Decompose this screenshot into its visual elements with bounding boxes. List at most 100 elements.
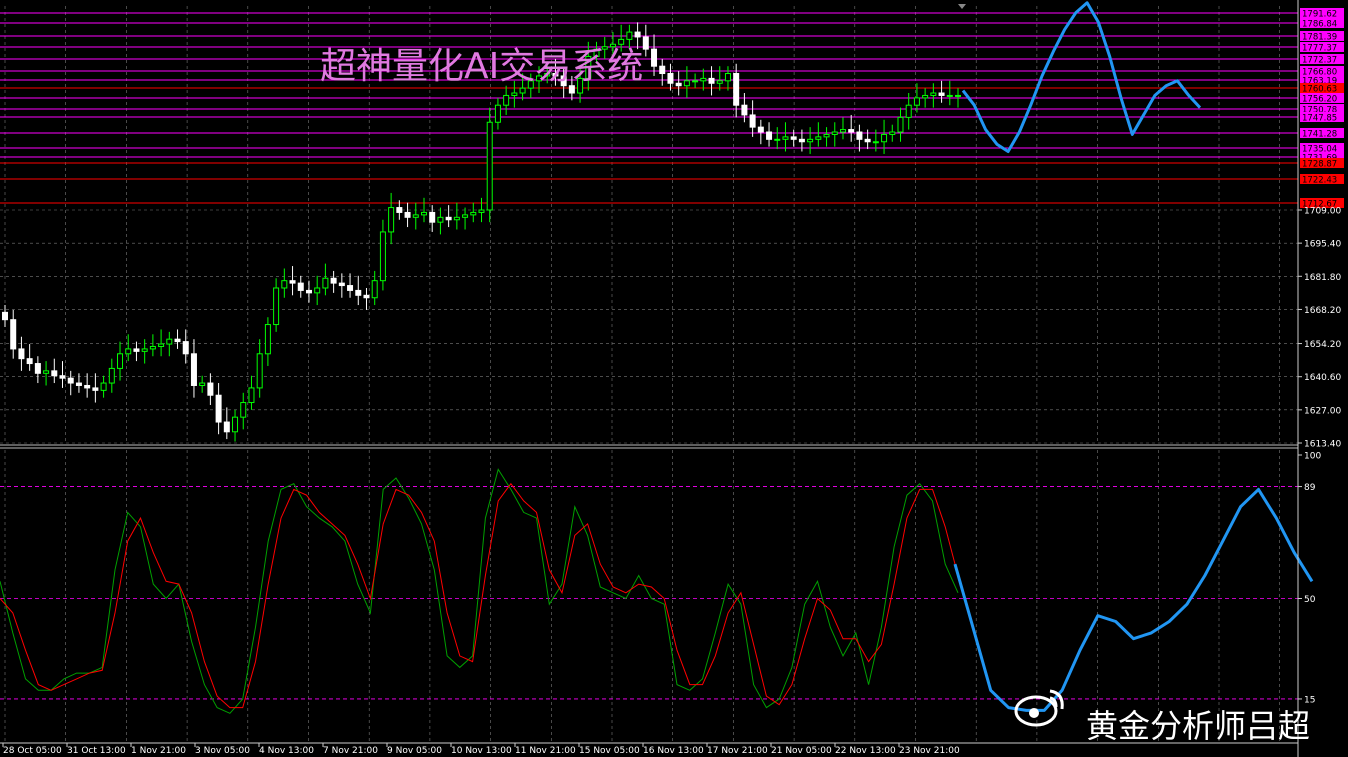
y-tick-label: 1709.00: [1304, 207, 1341, 217]
candle-body: [503, 94, 510, 106]
candle-body: [149, 345, 156, 350]
candle-body: [75, 382, 82, 386]
candle-body: [215, 394, 222, 423]
candle-body: [913, 97, 920, 106]
candle-body: [831, 131, 838, 135]
x-tick-label: 9 Nov 05:00: [387, 746, 442, 756]
x-tick-label: 23 Nov 21:00: [899, 746, 960, 756]
candle-body: [338, 282, 345, 287]
y-tick-label: 1668.20: [1304, 306, 1341, 316]
candle-body: [675, 82, 682, 87]
x-tick-label: 4 Nov 13:00: [259, 746, 314, 756]
candle-body: [256, 353, 263, 389]
x-tick-label: 22 Nov 13:00: [835, 746, 896, 756]
candle-body: [881, 133, 888, 143]
level-label: 1772.37: [1302, 56, 1337, 66]
candle-body: [396, 207, 403, 213]
candle-body: [790, 136, 797, 140]
x-tick-label: 16 Nov 13:00: [643, 746, 704, 756]
stoch-y-tick-label: 50: [1304, 595, 1316, 605]
candle-body: [347, 285, 354, 291]
candle-body: [264, 324, 271, 355]
trading-chart: 1791.621786.841781.391777.371772.371766.…: [0, 0, 1348, 757]
candle-body: [922, 94, 929, 99]
y-tick-label: 1695.40: [1304, 240, 1341, 250]
candle-body: [117, 353, 124, 369]
candle-body: [420, 211, 427, 216]
candle-body: [774, 138, 781, 141]
candle-body: [872, 141, 879, 144]
candle-body: [766, 131, 773, 140]
candle-body: [281, 280, 288, 289]
candle-body: [667, 73, 674, 84]
x-tick-label: 31 Oct 13:00: [67, 746, 126, 756]
candle-body: [741, 104, 748, 116]
candle-body: [158, 343, 165, 347]
candle-body: [519, 87, 526, 94]
candle-body: [864, 138, 871, 143]
candle-body: [108, 367, 115, 384]
level-label: 1722.43: [1302, 176, 1337, 186]
level-label: 1756.20: [1302, 95, 1337, 105]
candle-body: [494, 104, 501, 123]
candle-body: [445, 216, 452, 221]
candle-body: [100, 382, 107, 391]
candle-body: [182, 341, 189, 355]
candle-body: [43, 370, 50, 374]
candle-body: [955, 94, 961, 97]
candle-body: [207, 382, 214, 396]
y-tick-label: 1681.80: [1304, 273, 1341, 283]
candle-body: [437, 216, 444, 223]
x-tick-label: 3 Nov 05:00: [195, 746, 250, 756]
level-label: 1741.28: [1302, 130, 1337, 140]
candle-body: [470, 211, 477, 216]
level-label: 1760.63: [1302, 85, 1337, 95]
candle-body: [905, 104, 912, 118]
candle-body: [462, 214, 469, 218]
candle-body: [815, 136, 822, 140]
title-overlay: 超神量化AI交易系统: [320, 46, 643, 87]
x-tick-label: 21 Nov 05:00: [771, 746, 832, 756]
candle-body: [412, 214, 419, 218]
candle-body: [92, 387, 99, 391]
candle-body: [733, 73, 740, 106]
candle-body: [67, 377, 74, 384]
stoch-y-tick-label: 89: [1304, 483, 1316, 493]
candle-body: [223, 421, 230, 433]
x-tick-label: 7 Nov 21:00: [323, 746, 378, 756]
candle-body: [10, 319, 17, 350]
candle-body: [848, 129, 855, 133]
candle-body: [199, 382, 206, 386]
candle-body: [839, 129, 846, 133]
candle-body: [34, 363, 41, 374]
candle-body: [453, 216, 460, 221]
candle-body: [889, 131, 896, 135]
level-label: 1728.87: [1302, 160, 1337, 170]
level-label: 1781.39: [1302, 33, 1337, 43]
candle-body: [314, 287, 321, 294]
candle-body: [379, 231, 386, 282]
candle-body: [190, 353, 197, 386]
y-tick-label: 1627.00: [1304, 406, 1341, 416]
candle-body: [305, 289, 312, 294]
candle-body: [856, 131, 863, 140]
x-tick-label: 17 Nov 21:00: [707, 746, 768, 756]
candle-body: [371, 280, 378, 299]
candle-body: [708, 77, 715, 84]
candle-body: [782, 136, 789, 140]
candle-body: [757, 126, 764, 133]
candle-body: [240, 402, 247, 418]
candle-body: [626, 31, 633, 40]
candle-body: [330, 277, 337, 284]
candle-body: [429, 211, 436, 223]
candle-body: [174, 338, 181, 343]
y-tick-label: 1613.40: [1304, 440, 1341, 450]
x-tick-label: 1 Nov 21:00: [131, 746, 186, 756]
level-label: 1777.37: [1302, 44, 1337, 54]
candle-body: [166, 338, 173, 345]
candle-body: [388, 207, 395, 233]
y-tick-label: 1640.60: [1304, 373, 1341, 383]
candle-body: [700, 77, 707, 82]
candle-body: [938, 92, 945, 96]
candle-body: [248, 387, 255, 404]
